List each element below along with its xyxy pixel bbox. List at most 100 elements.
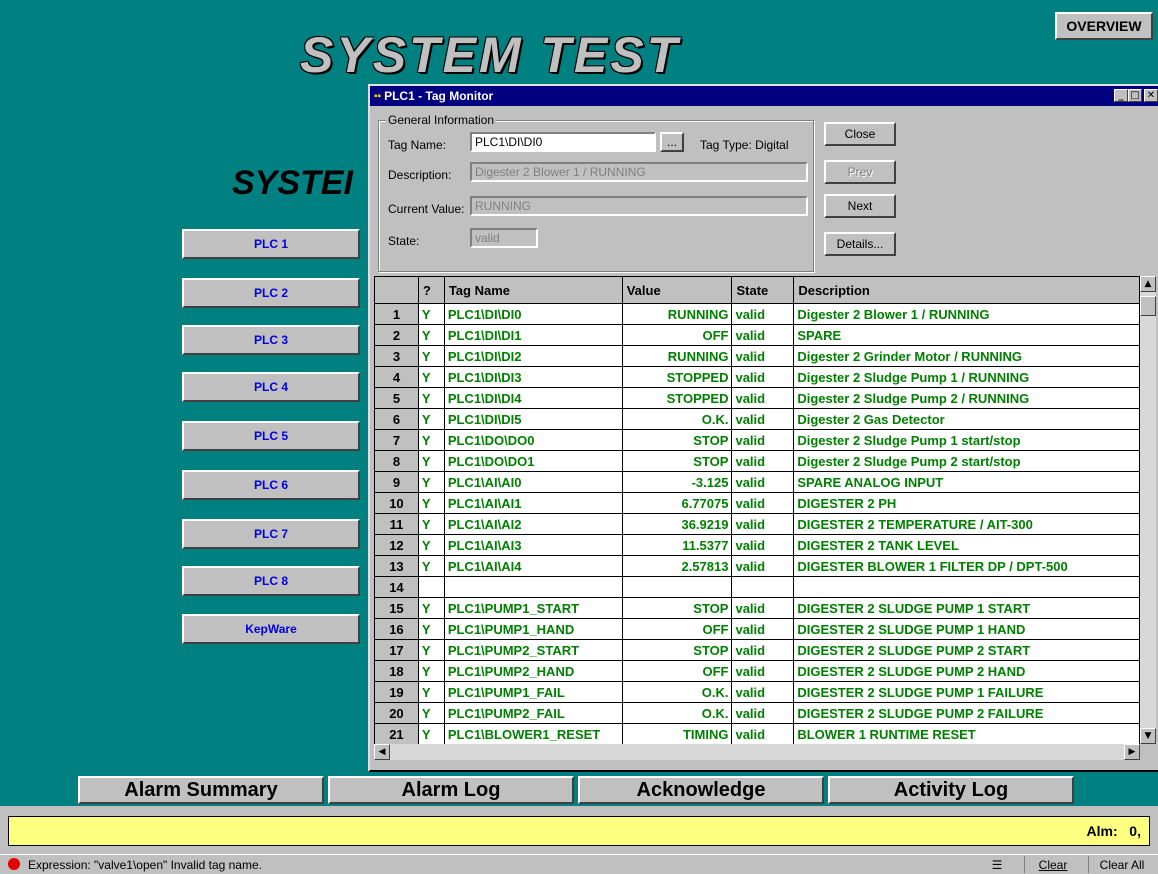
state-cell: valid xyxy=(731,366,795,388)
overview-button[interactable]: OVERVIEW xyxy=(1055,12,1153,40)
table-row[interactable]: 1 Y PLC1\DI\DI0 RUNNING valid Digester 2 Blow… xyxy=(374,303,1140,325)
window-titlebar[interactable]: ▪▪ PLC1 - Tag Monitor _ □ ✕ xyxy=(370,86,1158,106)
table-row[interactable]: 19 Y PLC1\PUMP1_FAIL O.K. valid DIGESTER 2 SL… xyxy=(374,681,1140,703)
alarm-banner[interactable]: Alm: 0, xyxy=(8,816,1150,846)
state-cell: valid xyxy=(731,723,795,744)
close-icon[interactable]: ✕ xyxy=(1144,89,1158,102)
column-header-value[interactable]: Value xyxy=(621,276,733,304)
table-row[interactable]: 13 Y PLC1\AI\AI4 2.57813 valid DIGESTER BLOWE… xyxy=(374,555,1140,577)
description-cell: Digester 2 Blower 1 / RUNNING xyxy=(793,303,1140,325)
table-row[interactable]: 3 Y PLC1\DI\DI2 RUNNING valid Digester 2 Grin… xyxy=(374,345,1140,367)
state-cell: valid xyxy=(731,639,795,661)
row-number: 17 xyxy=(374,639,419,661)
column-header-tag-name[interactable]: Tag Name xyxy=(443,276,623,304)
state-cell: valid xyxy=(731,618,795,640)
plc-3-button[interactable]: PLC 3 xyxy=(182,325,360,355)
value-cell xyxy=(622,576,733,598)
row-number-header xyxy=(374,276,419,304)
state-cell: valid xyxy=(731,555,795,577)
value-cell: O.K. xyxy=(622,702,733,724)
table-row[interactable]: 4 Y PLC1\DI\DI3 STOPPED valid Digester 2 Slud… xyxy=(374,366,1140,388)
tag-name-cell: PLC1\PUMP1_START xyxy=(444,597,623,619)
tag-name-cell: PLC1\AI\AI4 xyxy=(444,555,623,577)
table-row[interactable]: 6 Y PLC1\DI\DI5 O.K. valid Digester 2 Gas Det… xyxy=(374,408,1140,430)
quality-cell: Y xyxy=(418,681,445,703)
status-scroll-icon[interactable]: ☰ xyxy=(982,856,1012,873)
quality-cell: Y xyxy=(418,324,445,346)
row-number: 7 xyxy=(374,429,419,451)
description-cell: DIGESTER 2 SLUDGE PUMP 1 FAILURE xyxy=(793,681,1140,703)
kepware-button[interactable]: KepWare xyxy=(182,614,360,644)
state-cell: valid xyxy=(731,303,795,325)
activity-log-button[interactable]: Activity Log xyxy=(828,776,1074,804)
alarm-summary-button[interactable]: Alarm Summary xyxy=(78,776,324,804)
row-number: 6 xyxy=(374,408,419,430)
table-row[interactable]: 12 Y PLC1\AI\AI3 11.5377 valid DIGESTER 2 TAN… xyxy=(374,534,1140,556)
plc-5-button[interactable]: PLC 5 xyxy=(182,421,360,451)
table-row[interactable]: 16 Y PLC1\PUMP1_HAND OFF valid DIGESTER 2 SLU… xyxy=(374,618,1140,640)
plc-8-button[interactable]: PLC 8 xyxy=(182,566,360,596)
tag-name-cell: PLC1\DI\DI4 xyxy=(444,387,623,409)
horizontal-scrollbar[interactable]: ◀ ▶ xyxy=(374,744,1140,760)
table-row[interactable]: 11 Y PLC1\AI\AI2 36.9219 valid DIGESTER 2 TEM… xyxy=(374,513,1140,535)
table-row[interactable]: 8 Y PLC1\DO\DO1 STOP valid Digester 2 Sludge … xyxy=(374,450,1140,472)
table-row[interactable]: 2 Y PLC1\DI\DI1 OFF valid SPARE xyxy=(374,324,1140,346)
minimize-icon[interactable]: _ xyxy=(1114,89,1128,102)
value-cell: OFF xyxy=(622,618,733,640)
plc-6-button[interactable]: PLC 6 xyxy=(182,470,360,500)
column-header-q[interactable]: ? xyxy=(417,276,445,304)
tag-name-label: Tag Name: xyxy=(388,138,447,152)
table-row[interactable]: 10 Y PLC1\AI\AI1 6.77075 valid DIGESTER 2 PH xyxy=(374,492,1140,514)
description-label: Description: xyxy=(388,168,452,182)
next-button[interactable]: Next xyxy=(824,194,896,218)
browse-button[interactable]: ... xyxy=(660,132,684,152)
plc-2-button[interactable]: PLC 2 xyxy=(182,278,360,308)
clear-button[interactable]: Clear xyxy=(1024,856,1081,873)
tag-name-field[interactable]: PLC1\DI\DI0 xyxy=(470,132,656,152)
tag-name-cell: PLC1\DO\DO1 xyxy=(444,450,623,472)
scroll-down-icon[interactable]: ▼ xyxy=(1140,728,1156,744)
tag-monitor-window: ▪▪ PLC1 - Tag Monitor _ □ ✕ General Info… xyxy=(368,84,1158,772)
maximize-icon[interactable]: □ xyxy=(1128,89,1142,102)
plc-4-button[interactable]: PLC 4 xyxy=(182,372,360,402)
table-row[interactable]: 7 Y PLC1\DO\DO0 STOP valid Digester 2 Sludge … xyxy=(374,429,1140,451)
value-cell: OFF xyxy=(622,324,733,346)
table-row[interactable]: 9 Y PLC1\AI\AI0 -3.125 valid SPARE ANALOG INP… xyxy=(374,471,1140,493)
tag-name-cell xyxy=(444,576,623,598)
state-cell: valid xyxy=(731,492,795,514)
table-row[interactable]: 5 Y PLC1\DI\DI4 STOPPED valid Digester 2 Slud… xyxy=(374,387,1140,409)
column-header-state[interactable]: State xyxy=(731,276,795,304)
row-number: 9 xyxy=(374,471,419,493)
status-message: Expression: "valve1\open" Invalid tag na… xyxy=(28,858,262,872)
vertical-scrollbar[interactable]: ▲ ▼ xyxy=(1140,276,1156,744)
table-row[interactable]: 18 Y PLC1\PUMP2_HAND OFF valid DIGESTER 2 SLU… xyxy=(374,660,1140,682)
tag-name-cell: PLC1\BLOWER1_RESET xyxy=(444,723,623,744)
scroll-up-icon[interactable]: ▲ xyxy=(1140,276,1156,292)
table-row[interactable]: 17 Y PLC1\PUMP2_START STOP valid DIGESTER 2 S… xyxy=(374,639,1140,661)
table-row[interactable]: 21 Y PLC1\BLOWER1_RESET TIMING valid BLOWER 1… xyxy=(374,723,1140,744)
row-number: 14 xyxy=(374,576,419,598)
scroll-thumb[interactable] xyxy=(1140,296,1156,316)
scroll-right-icon[interactable]: ▶ xyxy=(1124,744,1140,760)
prev-button[interactable]: Prev xyxy=(824,160,896,184)
acknowledge-button[interactable]: Acknowledge xyxy=(578,776,824,804)
column-header-description[interactable]: Description xyxy=(793,276,1140,304)
quality-cell: Y xyxy=(418,639,445,661)
row-number: 16 xyxy=(374,618,419,640)
tag-grid[interactable]: ? Tag Name Value State Description 1 Y PLC… xyxy=(374,276,1140,744)
table-row[interactable]: 15 Y PLC1\PUMP1_START STOP valid DIGESTER 2 S… xyxy=(374,597,1140,619)
table-row[interactable]: 14 xyxy=(374,576,1140,598)
state-cell: valid xyxy=(731,408,795,430)
details-button[interactable]: Details... xyxy=(824,232,896,256)
scroll-left-icon[interactable]: ◀ xyxy=(374,744,390,760)
value-cell: RUNNING xyxy=(622,303,733,325)
plc-1-button[interactable]: PLC 1 xyxy=(182,229,360,259)
state-cell: valid xyxy=(731,345,795,367)
state-cell: valid xyxy=(731,597,795,619)
page-title: SYSTEM TEST xyxy=(300,27,681,83)
clear-all-button[interactable]: Clear All xyxy=(1088,856,1155,873)
close-button[interactable]: Close xyxy=(824,122,896,146)
alarm-log-button[interactable]: Alarm Log xyxy=(328,776,574,804)
table-row[interactable]: 20 Y PLC1\PUMP2_FAIL O.K. valid DIGESTER 2 SL… xyxy=(374,702,1140,724)
plc-7-button[interactable]: PLC 7 xyxy=(182,519,360,549)
